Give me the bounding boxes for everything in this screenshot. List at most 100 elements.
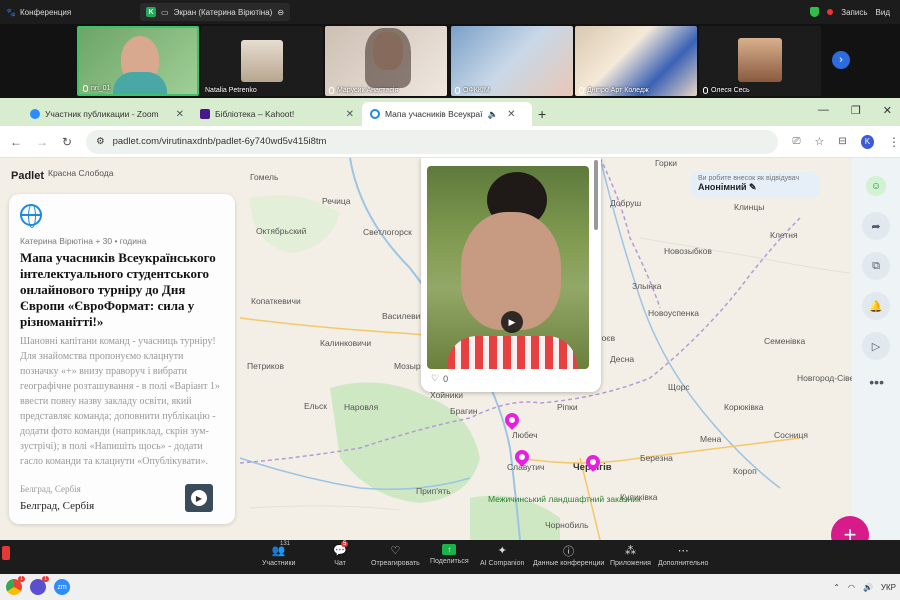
map-label: Ельск [304, 401, 328, 411]
remake-icon[interactable]: ⧉ [862, 252, 890, 280]
share-arrow-icon: ↑ [442, 544, 457, 555]
map-label: Клетня [770, 230, 798, 240]
share-icon[interactable]: ➦ [862, 212, 890, 240]
map-label: Калинковичи [320, 338, 372, 348]
install-app-icon[interactable]: ⎚ [792, 136, 800, 147]
map-label: Корюківка [724, 402, 764, 412]
share-screen-button[interactable]: ↑ Поделиться [430, 544, 469, 565]
map-label: Мена [700, 434, 722, 444]
tab-zoom[interactable]: Участник публикации - Zoom ✕ [22, 102, 192, 126]
browser-tab-bar: Участник публикации - Zoom ✕ Бібліотека … [0, 98, 900, 126]
reload-icon[interactable]: ↻ [62, 135, 72, 149]
like-row[interactable]: ♡ 0 [431, 373, 448, 384]
kahoot-favicon-icon [200, 109, 210, 119]
anonymous-visitor-box[interactable]: Ви робите внесок як відвідувач Анонімний… [690, 172, 820, 198]
tab-kahoot[interactable]: Бібліотека – Kahoot! ✕ [192, 102, 362, 126]
map-label: Красна Слобода [48, 168, 114, 178]
forward-icon[interactable]: → [36, 135, 48, 149]
close-tab-icon[interactable]: ✕ [176, 109, 184, 120]
slideshow-play-icon[interactable]: ▷ [862, 332, 890, 360]
mic-icon [455, 87, 460, 94]
padlet-map[interactable]: Красна Слобода Гомель Речица Октябрьский… [0, 158, 900, 540]
wifi-icon[interactable]: ◠ [848, 583, 855, 592]
padlet-logo[interactable]: Padlet [11, 170, 44, 182]
minimize-icon[interactable]: — [818, 104, 829, 117]
video-player[interactable]: ▶ [427, 166, 589, 369]
participant-tile[interactable]: Олеся Сесь [699, 26, 821, 96]
map-label: Злынка [632, 281, 662, 291]
extensions-icon[interactable]: ⊟ [838, 136, 846, 147]
new-tab-button[interactable]: + [538, 102, 546, 126]
view-button[interactable]: Вид [876, 8, 890, 17]
chat-button[interactable]: 💬 5 Чат [333, 541, 349, 567]
video-thumbnail[interactable]: ▶ [185, 484, 213, 512]
participant-tile[interactable]: Марусик Анастасія [325, 26, 447, 96]
more-icon: ⋯ [677, 545, 689, 557]
apps-button[interactable]: ⁂ Приложения [610, 544, 651, 567]
heart-icon[interactable]: ♡ [431, 373, 439, 384]
more-button[interactable]: ⋯ Дополнительно [658, 544, 708, 567]
volume-icon[interactable]: 🔊 [863, 583, 873, 592]
close-window-icon[interactable]: ✕ [883, 104, 892, 117]
viber-taskbar-icon[interactable]: 1 [30, 576, 49, 595]
people-icon: 👥 131 [271, 541, 291, 557]
tab-padlet[interactable]: Мапа учасників Всеукраї 🔈 ✕ [362, 102, 532, 126]
post-location-small: Белград, Сербія [20, 484, 81, 494]
participants-button[interactable]: 👥 131 Участники [262, 541, 295, 567]
language-indicator[interactable]: УКР [881, 583, 896, 592]
visitor-avatar[interactable]: ☺ [866, 176, 886, 196]
post-body: Шановні капітани команд - учасниць турні… [20, 336, 221, 467]
zoom-toolbar: 👥 131 Участники 💬 5 Чат ♡ Отреагировать ↑ … [0, 540, 900, 574]
menu-kebab-icon[interactable]: ⋮ [888, 135, 900, 149]
conference-title[interactable]: 🐾 Конференция [0, 8, 140, 17]
more-icon[interactable]: ••• [869, 374, 884, 390]
scrollbar[interactable] [594, 160, 598, 230]
screen-icon: ▭ [161, 7, 169, 17]
chrome-taskbar-icon[interactable]: 1 [6, 576, 25, 595]
next-page-button[interactable]: › [832, 51, 850, 69]
map-label: Речица [322, 196, 351, 206]
site-info-icon[interactable]: ⚙ [96, 136, 105, 147]
react-button[interactable]: ♡ Отреагировать [371, 544, 420, 567]
participant-name: ОФККІМ [455, 87, 490, 94]
speaker-icon[interactable]: 🔈 [488, 109, 499, 120]
post-title: Мапа учасників Всеукраїнського інтелекту… [20, 250, 216, 329]
map-label: Новоуспенка [648, 308, 699, 318]
back-icon[interactable]: ← [10, 135, 22, 149]
bell-icon[interactable]: 🔔 [862, 292, 890, 320]
map-label: Светлогорск [363, 227, 412, 237]
mic-icon [703, 87, 708, 94]
zoom-taskbar-icon[interactable]: zm [54, 579, 70, 595]
bookmark-star-icon[interactable]: ☆ [814, 135, 824, 148]
participant-name: Natalia Petrenko [205, 87, 257, 94]
screen-share-pill[interactable]: K ▭ Экран (Катерина Вірютіна) ⊖ [140, 3, 291, 21]
map-label: Чорнобиль [545, 520, 589, 530]
participant-tile[interactable]: nri_01 [77, 26, 199, 96]
map-label: Петриков [247, 361, 284, 371]
map-label: Октябрьский [256, 226, 307, 236]
participant-name: Дніпро Арт Коледж [579, 87, 649, 94]
participant-tile[interactable]: Дніпро Арт Коледж [575, 26, 697, 96]
url-input[interactable]: ⚙ padlet.com/virutinaxdnb/padlet-6y740wd… [86, 129, 779, 154]
video-post-card[interactable]: ▶ ♡ 0 [421, 158, 601, 392]
participant-tile[interactable]: ОФККІМ [451, 26, 573, 96]
mute-indicator-icon[interactable] [2, 546, 10, 560]
globe-icon [20, 204, 42, 228]
tray-chevron-icon[interactable]: ⌃ [833, 583, 840, 592]
close-tab-icon[interactable]: ✕ [507, 109, 515, 120]
close-tab-icon[interactable]: ✕ [346, 109, 354, 120]
pencil-icon[interactable]: ✎ [749, 182, 757, 192]
record-label[interactable]: Запись [841, 8, 867, 17]
address-bar: ← → ↻ ⚙ padlet.com/virutinaxdnb/padlet-6… [0, 126, 900, 158]
participant-gallery: nri_01 Natalia Petrenko Марусик Анастасі… [0, 24, 900, 98]
play-icon: ▶ [191, 490, 207, 506]
post-card[interactable]: Катерина Вірютіна + 30 • година Мапа уча… [9, 194, 235, 524]
shield-icon[interactable] [810, 7, 820, 17]
ai-companion-button[interactable]: ✦ AI Companion [480, 544, 524, 567]
meeting-info-button[interactable]: ⓘ Данные конференции [533, 544, 604, 568]
play-button[interactable]: ▶ [501, 311, 523, 333]
participant-tile[interactable]: Natalia Petrenko [201, 26, 323, 96]
profile-avatar[interactable]: K [860, 134, 874, 149]
windows-taskbar: 1 1 zm ⌃ ◠ 🔊 УКР [0, 574, 900, 600]
maximize-icon[interactable]: ❐ [851, 104, 861, 117]
